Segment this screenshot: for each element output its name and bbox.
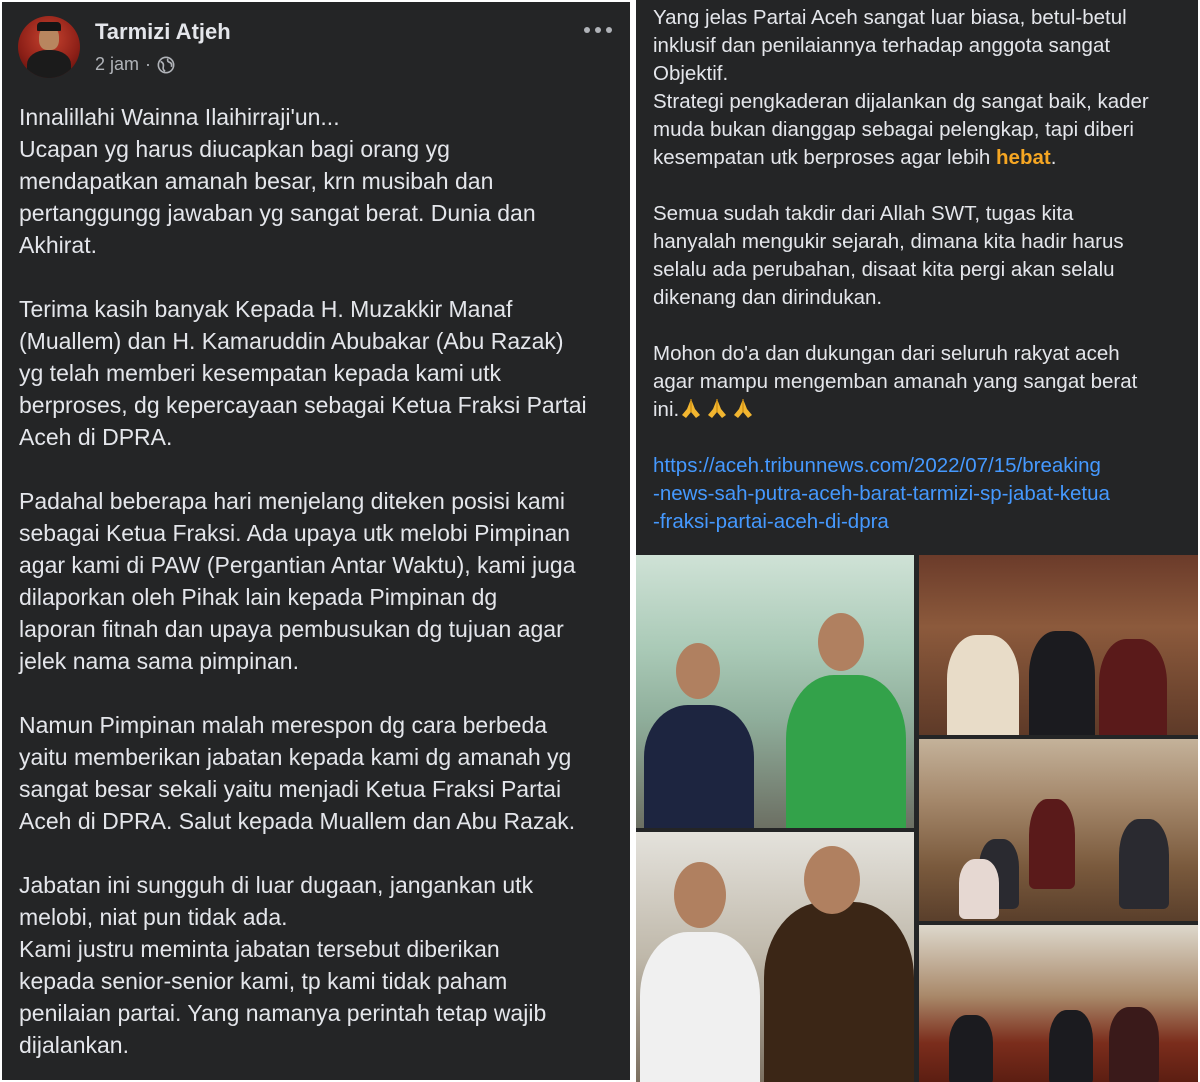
paragraph: Semua sudah takdir dari Allah SWT, tugas… (653, 202, 1124, 309)
paragraph: Innalillahi Wainna Ilaihirraji'un... Ucap… (19, 104, 536, 258)
paragraph: Jabatan ini sungguh di luar dugaan, jang… (19, 872, 547, 1058)
link-line[interactable]: -fraksi-partai-aceh-di-dpra (653, 508, 1188, 536)
photo-hospital-corridor[interactable] (636, 555, 914, 828)
post-meta: 2 jam · (95, 54, 175, 75)
paragraph: Padahal beberapa hari menjelang diteken … (19, 488, 576, 674)
more-options-icon[interactable] (578, 16, 618, 44)
paragraph: Namun Pimpinan malah merespon dg cara be… (19, 712, 576, 834)
photo-three-men[interactable] (919, 555, 1198, 735)
folded-hands-emoji (734, 399, 753, 418)
author-name[interactable]: Tarmizi Atjeh (95, 19, 231, 45)
right-post-panel: Yang jelas Partai Aceh sangat luar biasa… (636, 0, 1198, 1082)
paragraph: Mohon do'a dan dukungan dari seluruh rak… (653, 342, 1138, 421)
left-post-panel: Tarmizi Atjeh 2 jam · Innalillahi Wainna… (2, 2, 630, 1080)
photo-council-session[interactable] (919, 925, 1198, 1082)
folded-hands-emoji (682, 399, 701, 418)
link-line[interactable]: -news-sah-putra-aceh-barat-tarmizi-sp-ja… (653, 480, 1188, 508)
meta-separator: · (145, 54, 152, 74)
post-time[interactable]: 2 jam (95, 54, 139, 75)
highlight-word: hebat (996, 146, 1051, 169)
avatar[interactable] (18, 16, 80, 78)
photo-two-men[interactable] (636, 832, 914, 1082)
post-text: Innalillahi Wainna Ilaihirraji'un... Ucap… (19, 101, 624, 1080)
paragraph: Yang jelas Partai Aceh sangat luar biasa… (653, 6, 1149, 169)
globe-icon (157, 56, 175, 73)
post-text-continued: Yang jelas Partai Aceh sangat luar biasa… (653, 4, 1188, 564)
folded-hands-emoji (708, 399, 727, 418)
link-line[interactable]: https://aceh.tribunnews.com/2022/07/15/b… (653, 452, 1188, 480)
article-link[interactable]: https://aceh.tribunnews.com/2022/07/15/b… (653, 452, 1188, 536)
photo-assembly-hall[interactable] (919, 739, 1198, 921)
paragraph: Terima kasih banyak Kepada H. Muzakkir M… (19, 296, 587, 450)
